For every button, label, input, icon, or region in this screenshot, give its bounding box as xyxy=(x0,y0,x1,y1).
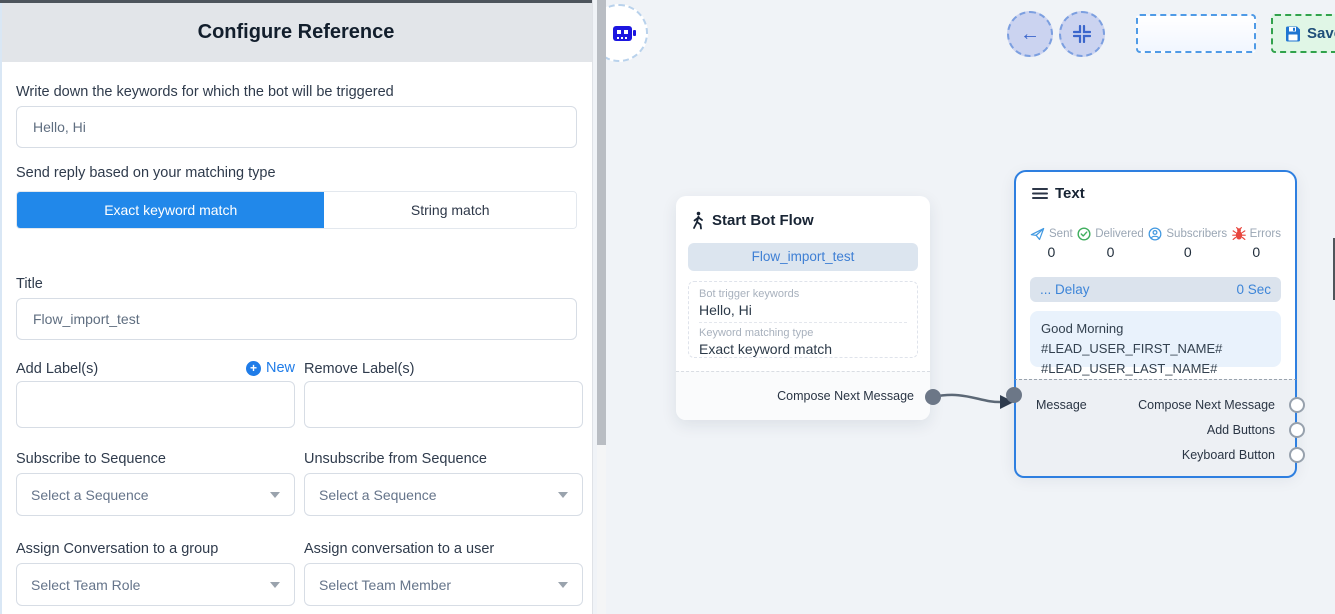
keyboard-button-port[interactable] xyxy=(1289,447,1305,463)
text-node[interactable]: Text Sent 0 xyxy=(1014,170,1297,474)
compress-icon xyxy=(1073,25,1091,43)
back-button[interactable]: ← xyxy=(1007,11,1053,57)
bug-icon xyxy=(1232,227,1246,241)
stat-sent: Sent 0 xyxy=(1030,227,1073,260)
unsubscribe-sequence-label: Unsubscribe from Sequence xyxy=(304,451,487,467)
panel-scrollbar[interactable] xyxy=(597,0,606,614)
chevron-down-icon xyxy=(558,492,568,498)
fit-view-button[interactable] xyxy=(1059,11,1105,57)
matching-type-label: Send reply based on your matching type xyxy=(16,165,276,181)
start-bot-flow-node[interactable]: Start Bot Flow Flow_import_test Bot trig… xyxy=(676,196,930,420)
check-circle-icon xyxy=(1077,227,1091,241)
assign-user-select[interactable]: Select Team Member xyxy=(304,563,583,606)
start-node-footer: Compose Next Message xyxy=(676,371,930,420)
trigger-settings-box[interactable]: Bot trigger keywords Hello, Hi Keyword m… xyxy=(688,281,918,358)
configure-reference-panel: Configure Reference Write down the keywo… xyxy=(0,0,593,614)
assign-user-label: Assign conversation to a user xyxy=(304,541,494,557)
matching-type-tabs: Exact keyword match String match xyxy=(16,191,577,229)
subscribe-sequence-select[interactable]: Select a Sequence xyxy=(16,473,295,516)
save-floppy-icon xyxy=(1285,26,1301,42)
message-input-port[interactable] xyxy=(1006,387,1022,403)
paper-plane-icon xyxy=(1030,227,1045,241)
bot-menu-button[interactable] xyxy=(606,4,648,62)
stat-subscribers: Subscribers 0 xyxy=(1148,227,1227,260)
delay-setting[interactable]: ... Delay 0 Sec xyxy=(1030,277,1281,302)
flow-name-pill[interactable]: Flow_import_test xyxy=(688,243,918,271)
assign-group-select[interactable]: Select Team Role xyxy=(16,563,295,606)
toolbar-ghost-button[interactable] xyxy=(1136,14,1256,53)
delay-value: 0 Sec xyxy=(1236,282,1271,297)
compose-next-message-port[interactable] xyxy=(925,389,941,405)
flow-builder-app: Configure Reference Write down the keywo… xyxy=(0,0,1335,614)
start-node-title: Start Bot Flow xyxy=(712,212,814,229)
text-node-stats: Sent 0 Delivered 0 xyxy=(1016,227,1295,260)
title-label: Title xyxy=(16,276,43,292)
tab-exact-keyword-match[interactable]: Exact keyword match xyxy=(17,192,324,228)
chevron-down-icon xyxy=(270,492,280,498)
text-node-header: Text xyxy=(1016,172,1295,202)
panel-scrollbar-thumb[interactable] xyxy=(597,0,606,445)
panel-left-edge xyxy=(0,3,2,614)
keywords-label: Write down the keywords for which the bo… xyxy=(16,84,394,100)
panel-body: Write down the keywords for which the bo… xyxy=(16,62,577,614)
add-buttons-port[interactable] xyxy=(1289,422,1305,438)
start-node-header: Start Bot Flow xyxy=(676,196,930,230)
hamburger-icon xyxy=(1032,187,1048,200)
save-button[interactable]: Save xyxy=(1271,14,1335,53)
robot-icon xyxy=(611,21,637,45)
stat-errors: Errors 0 xyxy=(1232,227,1281,260)
person-circle-icon xyxy=(1148,227,1162,241)
walking-person-icon xyxy=(690,211,705,230)
add-labels-input[interactable] xyxy=(16,381,295,428)
message-input-label: Message xyxy=(1036,398,1087,412)
flow-canvas[interactable]: ← Save xyxy=(606,0,1335,614)
new-label-text: New xyxy=(266,360,295,376)
add-buttons-label: Add Buttons xyxy=(1207,423,1275,437)
title-input[interactable] xyxy=(16,298,577,340)
stat-delivered: Delivered 0 xyxy=(1077,227,1144,260)
delay-label: ... Delay xyxy=(1040,282,1090,297)
arrow-left-icon: ← xyxy=(1020,23,1040,46)
unsubscribe-sequence-select[interactable]: Select a Sequence xyxy=(304,473,583,516)
chevron-down-icon xyxy=(270,582,280,588)
page-title: Configure Reference xyxy=(198,21,395,44)
compose-next-message-port[interactable] xyxy=(1289,397,1305,413)
new-label-button[interactable]: + New xyxy=(16,360,295,376)
keyboard-button-label: Keyboard Button xyxy=(1182,448,1275,462)
panel-header: Configure Reference xyxy=(0,3,592,62)
chevron-down-icon xyxy=(558,582,568,588)
trigger-keywords-value: Hello, Hi xyxy=(699,301,907,319)
text-node-footer: Message Compose Next Message Add Buttons… xyxy=(1014,379,1297,478)
remove-labels-label: Remove Label(s) xyxy=(304,361,414,377)
subscribe-sequence-label: Subscribe to Sequence xyxy=(16,451,166,467)
divider xyxy=(699,322,907,323)
matching-type-value: Exact keyword match xyxy=(699,340,907,358)
assign-group-label: Assign Conversation to a group xyxy=(16,541,218,557)
plus-icon: + xyxy=(246,361,261,376)
compose-next-message-label: Compose Next Message xyxy=(777,389,914,403)
text-node-title: Text xyxy=(1055,185,1085,202)
tab-string-match[interactable]: String match xyxy=(324,192,576,228)
remove-labels-input[interactable] xyxy=(304,381,583,428)
matching-type-label: Keyword matching type xyxy=(699,326,907,340)
save-label: Save xyxy=(1307,25,1335,42)
trigger-keywords-label: Bot trigger keywords xyxy=(699,287,907,301)
keywords-input[interactable] xyxy=(16,106,577,148)
message-bubble[interactable]: Good Morning #LEAD_USER_FIRST_NAME# #LEA… xyxy=(1030,311,1281,367)
compose-next-message-label: Compose Next Message xyxy=(1138,398,1275,412)
